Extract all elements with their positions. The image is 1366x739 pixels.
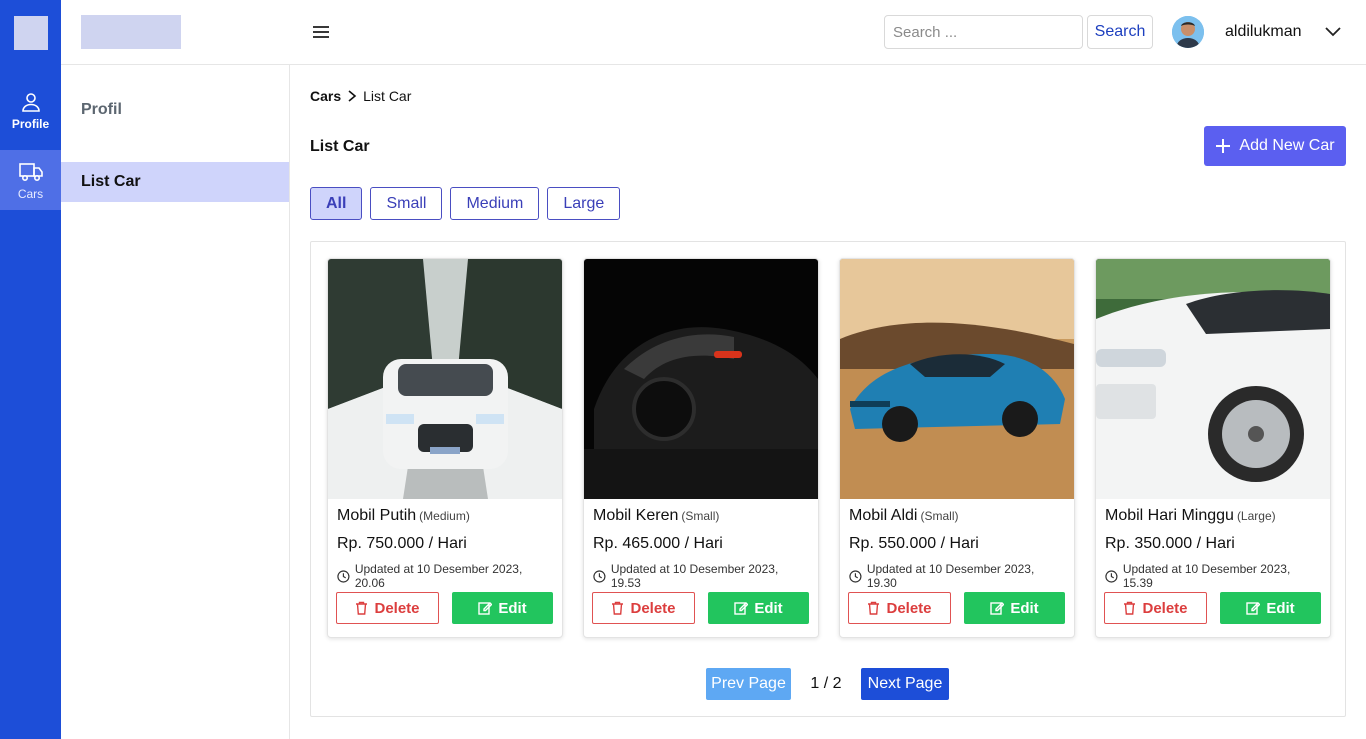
subnav-title: Profil — [81, 101, 122, 118]
car-card: Mobil Keren (Small) Rp. 465.000 / Hari Up… — [583, 258, 819, 638]
clock-icon — [593, 569, 606, 583]
next-page-button[interactable]: Next Page — [861, 668, 949, 700]
delete-button[interactable]: Delete — [592, 592, 695, 624]
filter-medium[interactable]: Medium — [450, 187, 540, 220]
rail-item-label: Profile — [11, 116, 50, 131]
car-updated-at: Updated at 10 Desember 2023, 15.39 — [1122, 562, 1291, 590]
app-logo — [14, 16, 48, 50]
edit-icon — [478, 602, 493, 615]
main-content: Cars List Car List Car Add New Car All S… — [290, 65, 1366, 739]
username[interactable]: aldilukman — [1225, 23, 1301, 41]
avatar[interactable] — [1172, 16, 1204, 48]
plus-icon — [1216, 139, 1231, 153]
delete-button[interactable]: Delete — [336, 592, 439, 624]
delete-button[interactable]: Delete — [848, 592, 951, 624]
edit-icon — [734, 602, 749, 615]
add-new-car-button[interactable]: Add New Car — [1204, 126, 1346, 166]
car-name: Mobil Putih — [337, 507, 417, 524]
clock-icon — [849, 569, 862, 583]
brand-logo — [81, 15, 181, 49]
edit-button[interactable]: Edit — [708, 592, 809, 624]
avatar-image — [1172, 16, 1204, 48]
search-input[interactable] — [884, 15, 1083, 49]
car-image — [584, 259, 818, 499]
filter-large[interactable]: Large — [547, 187, 621, 220]
car-name: Mobil Keren — [593, 507, 679, 524]
breadcrumb-cars[interactable]: Cars — [310, 88, 341, 104]
car-image — [840, 259, 1074, 499]
edit-button[interactable]: Edit — [1220, 592, 1321, 624]
rail-item-label: Cars — [17, 186, 44, 201]
car-card-list: Mobil Putih (Medium) Rp. 750.000 / Hari U… — [327, 258, 1331, 638]
car-size: (Small) — [681, 509, 720, 523]
car-name: Mobil Aldi — [849, 507, 918, 524]
edit-button[interactable]: Edit — [452, 592, 553, 624]
clock-icon — [1105, 569, 1118, 583]
car-name: Mobil Hari Minggu — [1105, 507, 1234, 524]
edit-button[interactable]: Edit — [964, 592, 1065, 624]
clock-icon — [337, 569, 350, 583]
delete-button[interactable]: Delete — [1104, 592, 1207, 624]
subnav-item-list-car[interactable]: List Car — [61, 162, 289, 202]
secondary-sidebar: Profil List Car — [61, 65, 290, 739]
truck-icon — [18, 162, 43, 181]
car-image — [1096, 259, 1330, 499]
size-filters: All Small Medium Large — [310, 187, 621, 220]
car-price: Rp. 550.000 / Hari — [849, 535, 979, 552]
car-price: Rp. 350.000 / Hari — [1105, 535, 1235, 552]
car-price: Rp. 750.000 / Hari — [337, 535, 467, 552]
breadcrumb: Cars List Car — [310, 88, 411, 104]
page-indicator: 1 / 2 — [810, 675, 842, 692]
filter-small[interactable]: Small — [370, 187, 443, 220]
car-size: (Medium) — [419, 509, 470, 523]
delete-label: Delete — [886, 599, 932, 617]
rail-item-cars[interactable]: Cars — [0, 150, 61, 210]
car-card: Mobil Hari Minggu (Large) Rp. 350.000 / H… — [1095, 258, 1331, 638]
delete-label: Delete — [374, 599, 420, 617]
hamburger-menu-icon[interactable] — [311, 22, 331, 42]
trash-icon — [356, 601, 368, 615]
edit-label: Edit — [754, 599, 783, 617]
car-updated-at: Updated at 10 Desember 2023, 19.30 — [866, 562, 1035, 590]
car-card: Mobil Aldi (Small) Rp. 550.000 / Hari Upd… — [839, 258, 1075, 638]
icon-rail: Profile Cars — [0, 0, 61, 739]
car-size: (Small) — [920, 509, 959, 523]
edit-label: Edit — [1010, 599, 1039, 617]
car-size: (Large) — [1236, 509, 1276, 523]
top-header: Search aldilukman — [61, 0, 1366, 65]
rail-item-profile[interactable]: Profile — [0, 80, 61, 140]
car-image — [328, 259, 562, 499]
filter-all[interactable]: All — [310, 187, 363, 220]
car-list-panel: Mobil Putih (Medium) Rp. 750.000 / Hari U… — [310, 241, 1346, 717]
chevron-right-icon — [348, 90, 357, 102]
trash-icon — [612, 601, 624, 615]
edit-icon — [1246, 602, 1261, 615]
car-updated-at: Updated at 10 Desember 2023, 20.06 — [354, 562, 523, 590]
car-updated-at: Updated at 10 Desember 2023, 19.53 — [610, 562, 779, 590]
search-button[interactable]: Search — [1087, 15, 1153, 49]
delete-label: Delete — [1142, 599, 1188, 617]
edit-label: Edit — [1266, 599, 1295, 617]
user-icon — [21, 92, 40, 112]
car-price: Rp. 465.000 / Hari — [593, 535, 723, 552]
trash-icon — [1124, 601, 1136, 615]
breadcrumb-list-car: List Car — [363, 88, 412, 104]
trash-icon — [868, 601, 880, 615]
pagination: Prev Page 1 / 2 Next Page — [706, 668, 949, 700]
page-title: List Car — [310, 138, 370, 155]
add-button-label: Add New Car — [1239, 137, 1335, 154]
chevron-down-icon[interactable] — [1323, 22, 1343, 42]
edit-label: Edit — [498, 599, 527, 617]
delete-label: Delete — [630, 599, 676, 617]
prev-page-button[interactable]: Prev Page — [706, 668, 791, 700]
car-card: Mobil Putih (Medium) Rp. 750.000 / Hari U… — [327, 258, 563, 638]
edit-icon — [990, 602, 1005, 615]
